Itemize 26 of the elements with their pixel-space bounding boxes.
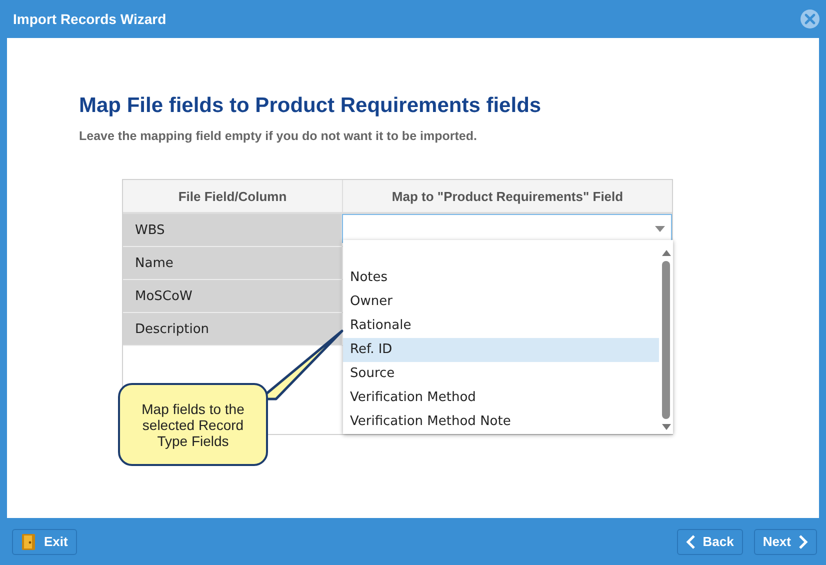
dropdown-option[interactable]: Verification Method xyxy=(343,386,659,410)
instruction-text: Leave the mapping field empty if you do not want it to be imported. xyxy=(79,129,478,143)
column-header: Map to "Product Requirements" Field xyxy=(390,188,624,206)
dropdown-option[interactable]: Source xyxy=(343,362,659,386)
table-cell: Description xyxy=(123,313,342,345)
table-cell: MoSCoW xyxy=(123,280,342,312)
window-title: Import Records Wizard xyxy=(13,11,166,27)
dropdown-option[interactable]: Notes xyxy=(343,266,659,290)
dropdown-option[interactable]: Ref. ID xyxy=(343,338,659,362)
column-header: File Field/Column xyxy=(123,180,343,212)
chevron-right-icon xyxy=(798,534,808,550)
callout-tooltip: Map fields to the selected Record Type Fields xyxy=(118,383,268,466)
scrollbar-thumb[interactable] xyxy=(662,261,670,419)
dropdown-option[interactable]: Owner xyxy=(343,290,659,314)
caret-icon xyxy=(655,226,665,232)
close-icon[interactable] xyxy=(800,9,820,29)
scroll-down-icon[interactable] xyxy=(662,424,670,430)
scroll-up-icon[interactable] xyxy=(662,250,670,256)
page-heading: Map File fields to Product Requirements fields xyxy=(79,94,542,118)
select-field[interactable] xyxy=(342,214,672,243)
dropdown-option[interactable]: Rationale xyxy=(343,314,659,338)
dropdown-option[interactable]: Verification Method Note xyxy=(343,410,659,434)
table-cell: WBS xyxy=(123,214,342,246)
chevron-left-icon xyxy=(686,534,696,550)
door-icon xyxy=(21,532,37,550)
table-cell: Name xyxy=(123,247,342,279)
